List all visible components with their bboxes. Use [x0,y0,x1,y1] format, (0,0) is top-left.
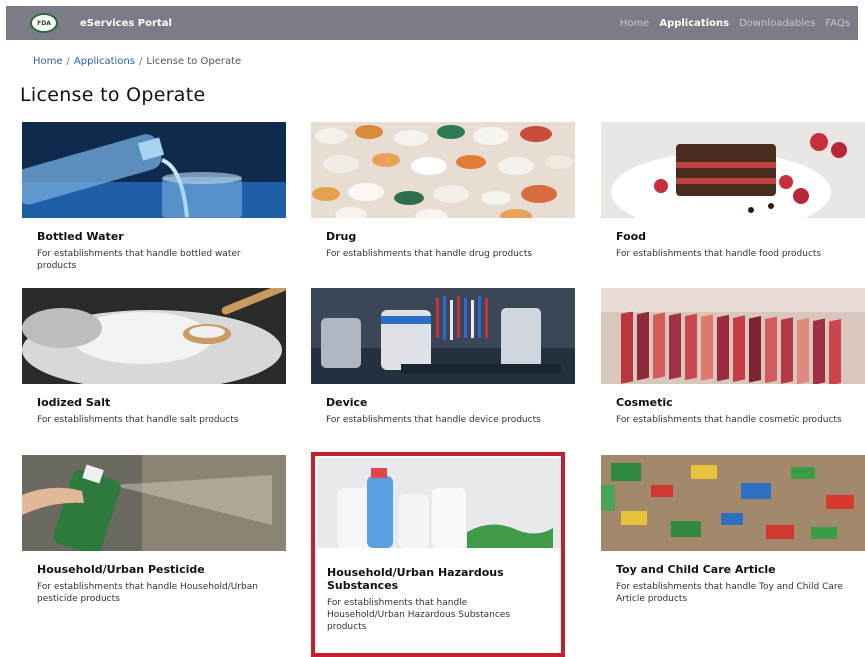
fda-logo[interactable]: FDA [30,13,58,33]
card-title[interactable]: Cosmetic [616,396,865,409]
breadcrumb-current: License to Operate [146,56,242,67]
nav-home[interactable]: Home [620,18,650,29]
lipstick-photo[interactable] [601,288,865,384]
card-food[interactable]: Food For establishments that handle food… [601,122,865,260]
card-title[interactable]: Bottled Water [37,230,290,243]
card-description: For establishments that handle Household… [37,582,258,604]
card-title[interactable]: Household/Urban Pesticide [37,563,290,576]
card-title[interactable]: Toy and Child Care Article [616,563,865,576]
pills-photo[interactable] [311,122,575,218]
nav-faqs[interactable]: FAQs [825,18,850,29]
card-description: For establishments that handle drug prod… [326,249,533,259]
portal-title[interactable]: eServices Portal [80,18,172,29]
card-toy-and-child-care-article[interactable]: Toy and Child Care Article For establish… [601,455,865,605]
breadcrumb: Home / Applications / License to Operate [33,56,241,67]
main-nav: Home Applications Downloadables FAQs [620,18,850,29]
card-description: For establishments that handle food prod… [616,249,822,259]
breadcrumb-applications[interactable]: Applications [74,56,135,67]
card-description: For establishments that handle bottled w… [37,249,241,271]
breadcrumb-separator: / [139,56,143,67]
card-household-urban-pesticide[interactable]: Household/Urban Pesticide For establishm… [22,455,290,605]
nav-applications[interactable]: Applications [659,18,729,29]
card-cosmetic[interactable]: Cosmetic For establishments that handle … [601,288,865,426]
breadcrumb-home[interactable]: Home [33,56,63,67]
card-description: For establishments that handle device pr… [326,415,541,425]
cake-photo[interactable] [601,122,865,218]
lab-device-photo[interactable] [311,288,575,384]
spray-can-photo[interactable] [22,455,286,551]
card-iodized-salt[interactable]: Iodized Salt For establishments that han… [22,288,290,426]
card-title[interactable]: Drug [326,230,579,243]
bottled-water-photo[interactable] [22,122,286,218]
card-description: For establishments that handle cosmetic … [616,415,842,425]
nav-downloadables[interactable]: Downloadables [739,18,815,29]
card-title[interactable]: Device [326,396,579,409]
card-drug[interactable]: Drug For establishments that handle drug… [311,122,579,260]
card-device[interactable]: Device For establishments that handle de… [311,288,579,426]
toys-photo[interactable] [601,455,865,551]
card-bottled-water[interactable]: Bottled Water For establishments that ha… [22,122,290,272]
salt-photo[interactable] [22,288,286,384]
card-title[interactable]: Food [616,230,865,243]
card-title[interactable]: Iodized Salt [37,396,290,409]
selection-highlight [311,452,565,657]
card-description: For establishments that handle Toy and C… [616,582,843,604]
breadcrumb-separator: / [66,56,70,67]
card-description: For establishments that handle salt prod… [37,415,239,425]
page-title: License to Operate [20,84,206,106]
top-navbar: FDA eServices Portal Home Applications D… [6,6,858,40]
